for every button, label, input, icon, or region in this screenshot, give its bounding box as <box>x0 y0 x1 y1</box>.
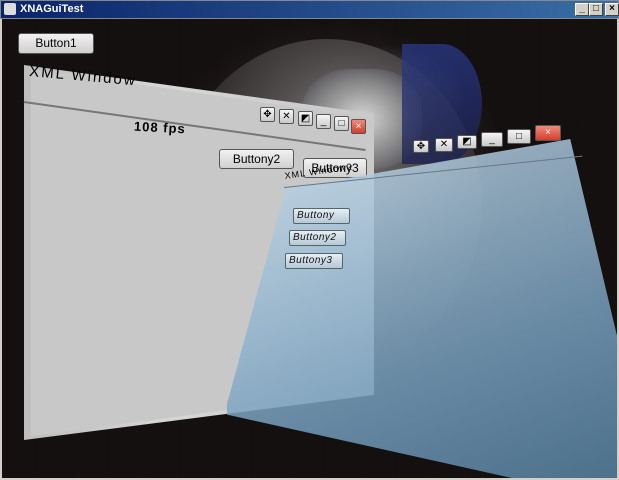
minimize-button[interactable]: _ <box>575 3 589 16</box>
close-button[interactable]: × <box>605 3 619 16</box>
window2-close-icon[interactable]: × <box>535 125 561 141</box>
render-scene: Button1 XML Window 108 fps ✥ ✕ ◩ _ □ × B… <box>2 19 617 478</box>
window2-buttony2-button[interactable]: Buttony2 <box>289 230 346 246</box>
restore-icon[interactable]: ◩ <box>298 111 313 126</box>
buttony2-button[interactable]: Buttony2 <box>219 149 294 169</box>
window2-resize-icon[interactable]: ✕ <box>435 138 453 152</box>
window2-buttony3-button[interactable]: Buttony3 <box>285 253 343 269</box>
window2-minimize-icon[interactable]: _ <box>481 132 503 147</box>
window2-move-icon[interactable]: ✥ <box>413 140 429 153</box>
window2-maximize-icon[interactable]: □ <box>507 129 531 144</box>
window2-restore-icon[interactable]: ◩ <box>457 135 477 149</box>
fps-counter: 108 fps <box>133 118 187 137</box>
close-icon[interactable]: × <box>351 119 366 134</box>
window2-buttony-button[interactable]: Buttony <box>293 208 350 224</box>
os-title-bar[interactable]: XNAGuiTest _ □ × <box>0 0 619 19</box>
resize-icon[interactable]: ✕ <box>279 109 294 124</box>
app-icon <box>4 3 16 15</box>
maximize-icon[interactable]: □ <box>334 116 349 131</box>
maximize-button[interactable]: □ <box>589 3 603 16</box>
button1[interactable]: Button1 <box>18 33 94 54</box>
minimize-icon[interactable]: _ <box>316 114 331 129</box>
move-icon[interactable]: ✥ <box>260 107 275 122</box>
xml-window2-panel[interactable] <box>227 139 617 478</box>
window-title: XNAGuiTest <box>20 3 84 15</box>
